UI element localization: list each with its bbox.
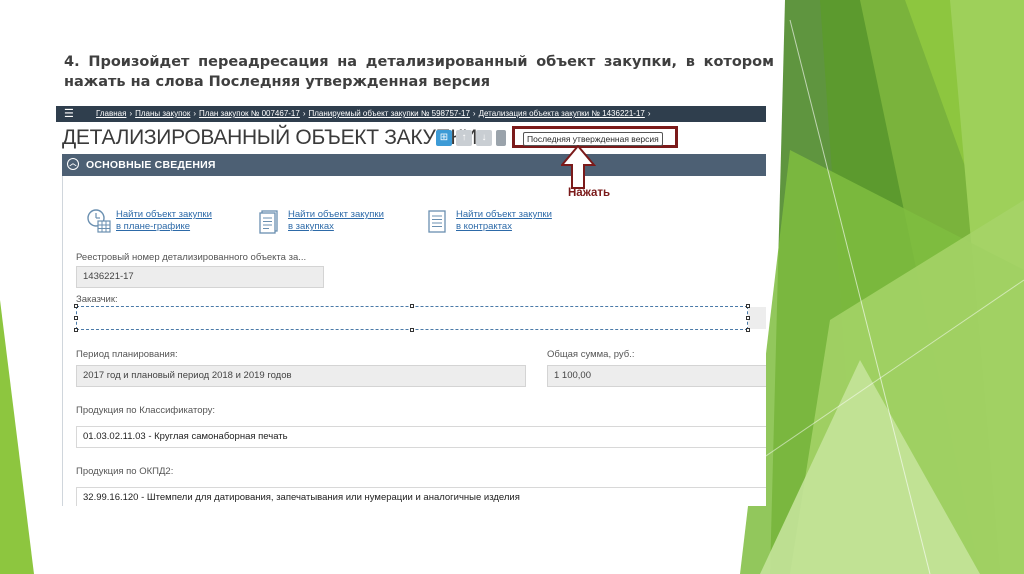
- breadcrumb: Главная › Планы закупок › План закупок № 007…: [96, 109, 651, 118]
- breadcrumb-home[interactable]: Главная: [96, 109, 126, 118]
- document-icon: [259, 210, 278, 234]
- latest-approved-version-button[interactable]: Последняя утвержденная версия: [523, 132, 663, 146]
- page-heading: ДЕТАЛИЗИРОВАННЫЙ ОБЪЕКТ ЗАКУПКИ: [62, 126, 478, 149]
- breadcrumb-plans[interactable]: Планы закупок: [135, 109, 190, 118]
- selection-handle[interactable]: [746, 316, 750, 320]
- registry-number-field[interactable]: 1436221-17: [76, 266, 324, 288]
- info-icon[interactable]: [496, 130, 506, 146]
- calendar-table-icon: [87, 209, 111, 233]
- hamburger-menu-icon[interactable]: ☰: [64, 106, 74, 122]
- section-header[interactable]: ︿ ОСНОВНЫЕ СВЕДЕНИЯ: [62, 154, 766, 176]
- selection-handle[interactable]: [410, 304, 414, 308]
- list-document-icon: [428, 210, 446, 233]
- sum-field[interactable]: 1 100,00: [547, 365, 766, 387]
- selection-handle[interactable]: [74, 328, 78, 332]
- classifier-text: - Круглая самонаборная печать: [145, 431, 288, 442]
- section-title: ОСНОВНЫЕ СВЕДЕНИЯ: [86, 159, 216, 171]
- arrow-up-annotation-icon: [561, 145, 597, 189]
- classifier-code: 01.03.02.11.03: [83, 431, 146, 442]
- breadcrumb-plan[interactable]: План закупок № 007467-17: [199, 109, 300, 118]
- left-border: [62, 176, 63, 506]
- link-line[interactable]: Найти объект закупки: [116, 209, 212, 220]
- selection-handle[interactable]: [74, 304, 78, 308]
- link-in-purchases[interactable]: Найти объект закупки в закупках: [258, 208, 408, 236]
- link-line[interactable]: Найти объект закупки: [288, 209, 384, 220]
- link-in-schedule[interactable]: Найти объект закупки в плане-графике: [86, 208, 236, 236]
- customer-label: Заказчик:: [76, 294, 118, 305]
- registry-number-label: Реестровый номер детализированного объек…: [76, 252, 307, 263]
- structure-icon[interactable]: ⊞: [436, 130, 452, 146]
- sum-label: Общая сумма, руб.:: [547, 349, 635, 360]
- period-label: Период планирования:: [76, 349, 178, 360]
- period-field[interactable]: 2017 год и плановый период 2018 и 2019 г…: [76, 365, 526, 387]
- link-line[interactable]: Найти объект закупки: [456, 209, 552, 220]
- link-line[interactable]: в закупках: [288, 221, 334, 232]
- classifier-label: Продукция по Классификатору:: [76, 405, 216, 416]
- selection-handle[interactable]: [410, 328, 414, 332]
- breadcrumb-detail[interactable]: Детализация объекта закупки № 1436221-17: [479, 109, 645, 118]
- screenshot-panel: ☰ Главная › Планы закупок › План закупок № 0…: [56, 106, 766, 506]
- arrow-down-icon[interactable]: ↓: [476, 130, 492, 146]
- selection-handle[interactable]: [74, 316, 78, 320]
- selection-handle[interactable]: [746, 328, 750, 332]
- arrow-up-icon[interactable]: ↑: [456, 130, 472, 146]
- chevron-up-icon[interactable]: ︿: [67, 158, 79, 170]
- customer-field[interactable]: [76, 306, 748, 330]
- okpd-field[interactable]: 32.99.16.120 - Штемпели для датирования,…: [76, 487, 766, 506]
- link-line[interactable]: в плане-графике: [116, 221, 190, 232]
- okpd-text: - Штемпели для датирования, запечатывани…: [138, 492, 520, 503]
- slide-title: 4. Произойдет переадресация на детализир…: [64, 54, 774, 90]
- okpd-label: Продукция по ОКПД2:: [76, 466, 174, 477]
- link-in-contracts[interactable]: Найти объект закупки в контрактах: [426, 208, 576, 236]
- customer-field-edge: [748, 307, 766, 329]
- click-annotation: Нажать: [568, 187, 611, 199]
- link-line[interactable]: в контрактах: [456, 221, 512, 232]
- breadcrumb-planned-object[interactable]: Планируемый объект закупки № 598757-17: [309, 109, 470, 118]
- top-navigation-bar: ☰ Главная › Планы закупок › План закупок № 0…: [56, 106, 766, 122]
- okpd-code: 32.99.16.120: [83, 492, 139, 503]
- selection-handle[interactable]: [746, 304, 750, 308]
- classifier-field[interactable]: 01.03.02.11.03 - Круглая самонаборная пе…: [76, 426, 766, 448]
